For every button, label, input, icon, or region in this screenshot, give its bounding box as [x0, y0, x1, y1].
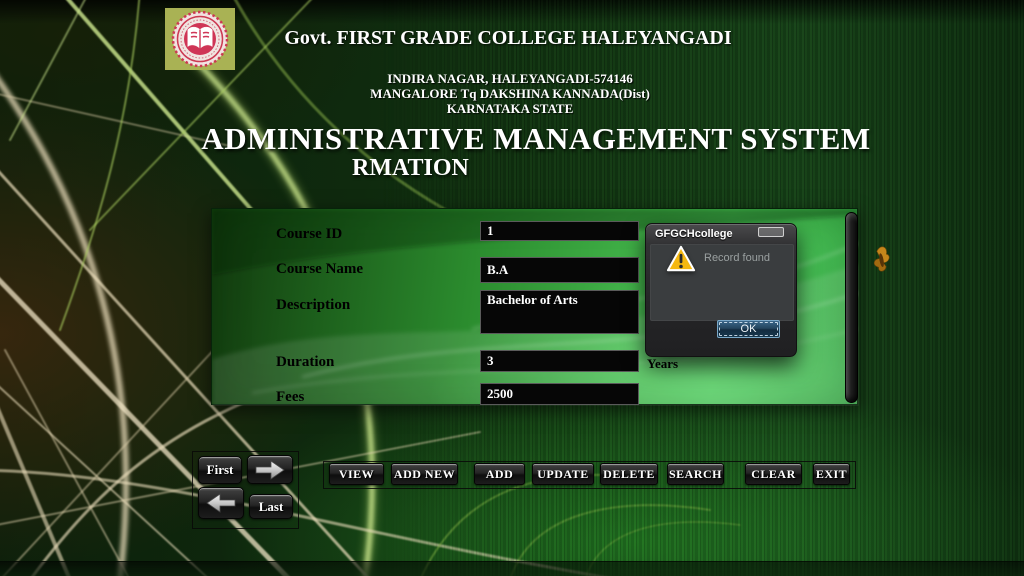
duration-input[interactable] — [480, 350, 639, 372]
duration-label: Duration — [276, 354, 334, 371]
first-record-button[interactable]: First — [198, 456, 242, 484]
action-button-row: VIEW ADD NEW ADD UPDATE DELETE SEARCH CL… — [323, 461, 856, 489]
college-logo — [165, 8, 235, 70]
view-button[interactable]: VIEW — [329, 463, 384, 485]
previous-record-button[interactable] — [198, 487, 244, 519]
exit-button[interactable]: EXIT — [813, 463, 850, 485]
address-line-3: KARNATAKA STATE — [447, 101, 574, 117]
address-line-2: MANGALORE Tq DAKSHINA KANNADA(Dist) — [370, 86, 650, 102]
arrow-left-icon — [204, 491, 238, 515]
fees-input[interactable] — [480, 383, 639, 405]
message-dialog: GFGCHcollege Record found OK — [645, 223, 797, 357]
college-seal-icon — [165, 8, 235, 70]
description-label: Description — [276, 297, 350, 314]
add-button[interactable]: ADD — [474, 463, 525, 485]
panel-scrollbar[interactable] — [845, 212, 858, 403]
dialog-message: Record found — [704, 252, 770, 264]
course-name-label: Course Name — [276, 261, 363, 278]
college-name: Govt. FIRST GRADE COLLEGE HALEYANGADI — [284, 27, 731, 50]
fees-label: Fees — [276, 389, 304, 406]
app-window: Govt. FIRST GRADE COLLEGE HALEYANGADI IN… — [0, 0, 1024, 576]
description-input[interactable]: Bachelor of Arts — [480, 290, 639, 334]
add-new-button[interactable]: ADD NEW — [391, 463, 458, 485]
delete-button[interactable]: DELETE — [600, 463, 658, 485]
bottom-band — [0, 561, 1024, 576]
marquee-text: RMATION — [352, 155, 469, 182]
address-line-1: INDIRA NAGAR, HALEYANGADI-574146 — [387, 71, 632, 87]
course-id-label: Course ID — [276, 226, 342, 243]
last-record-button[interactable]: Last — [249, 494, 293, 519]
warning-icon — [666, 245, 696, 273]
record-nav-box: First Last — [192, 451, 299, 529]
ok-button[interactable]: OK — [717, 320, 780, 338]
next-record-button[interactable] — [247, 455, 293, 484]
dialog-close-button[interactable] — [758, 227, 784, 237]
dialog-title: GFGCHcollege — [655, 228, 733, 240]
butterfly-icon — [864, 242, 899, 280]
course-name-input[interactable] — [480, 257, 639, 283]
course-id-input[interactable] — [480, 221, 639, 241]
system-title: ADMINISTRATIVE MANAGEMENT SYSTEM — [201, 121, 870, 157]
duration-years-label: Years — [647, 356, 678, 372]
search-button[interactable]: SEARCH — [667, 463, 724, 485]
update-button[interactable]: UPDATE — [532, 463, 594, 485]
arrow-right-icon — [253, 458, 287, 482]
clear-button[interactable]: CLEAR — [745, 463, 802, 485]
